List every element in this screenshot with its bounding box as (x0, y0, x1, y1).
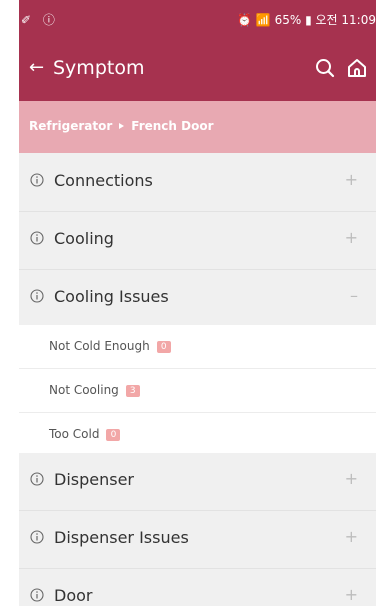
info-icon (30, 289, 44, 303)
home-icon[interactable] (346, 57, 368, 79)
symptom-label: Too Cold (49, 427, 100, 441)
expand-icon[interactable]: + (345, 527, 358, 546)
category-connections[interactable]: Connections + (19, 154, 376, 212)
category-label: Cooling (54, 229, 114, 248)
breadcrumb-separator-icon (119, 123, 125, 129)
count-badge: 0 (106, 429, 121, 441)
breadcrumb-level2[interactable]: French Door (131, 119, 213, 133)
category-cooling[interactable]: Cooling + (19, 212, 376, 270)
info-icon (30, 530, 44, 544)
breadcrumb-level1[interactable]: Refrigerator (29, 119, 112, 133)
category-door[interactable]: Door + (19, 569, 376, 606)
expand-icon[interactable]: + (345, 469, 358, 488)
category-cooling-issues[interactable]: Cooling Issues – (19, 270, 376, 328)
category-dispenser-issues[interactable]: Dispenser Issues + (19, 511, 376, 569)
info-icon (30, 173, 44, 187)
category-label: Dispenser Issues (54, 528, 189, 547)
left-margin (0, 0, 19, 606)
count-badge: 0 (156, 341, 171, 353)
category-label: Connections (54, 171, 153, 190)
status-right-info: ⏰ 📶 65% ▮ 오전 11:09 (237, 13, 376, 27)
info-icon (30, 472, 44, 486)
collapse-icon[interactable]: – (350, 286, 358, 305)
symptom-item-too-cold[interactable]: Too Cold 0 (19, 413, 376, 457)
symptom-label: Not Cooling (49, 383, 119, 397)
info-icon (30, 231, 44, 245)
expand-icon[interactable]: + (345, 170, 358, 189)
breadcrumb: Refrigerator French Door (19, 101, 376, 153)
back-arrow-icon[interactable]: ← (29, 56, 53, 80)
page-title: Symptom (53, 57, 145, 79)
symptom-item-not-cooling[interactable]: Not Cooling 3 (19, 369, 376, 413)
category-dispenser[interactable]: Dispenser + (19, 453, 376, 511)
category-label: Dispenser (54, 470, 134, 489)
expand-icon[interactable]: + (345, 585, 358, 604)
category-label: Door (54, 586, 93, 605)
expand-icon[interactable]: + (345, 228, 358, 247)
status-bar: ✐ ⓘ ⏰ 📶 65% ▮ 오전 11:09 (19, 0, 376, 40)
info-icon (30, 588, 44, 602)
symptom-label: Not Cold Enough (49, 339, 150, 353)
symptom-item-not-cold-enough[interactable]: Not Cold Enough 0 (19, 325, 376, 369)
phone-screen: ✐ ⓘ ⏰ 📶 65% ▮ 오전 11:09 ← Symptom Refrige… (19, 0, 376, 606)
count-badge: 3 (125, 385, 140, 397)
search-icon[interactable] (314, 57, 336, 79)
category-label: Cooling Issues (54, 287, 169, 306)
status-left-icons: ✐ ⓘ (21, 13, 59, 27)
app-bar: ← Symptom (19, 40, 376, 101)
